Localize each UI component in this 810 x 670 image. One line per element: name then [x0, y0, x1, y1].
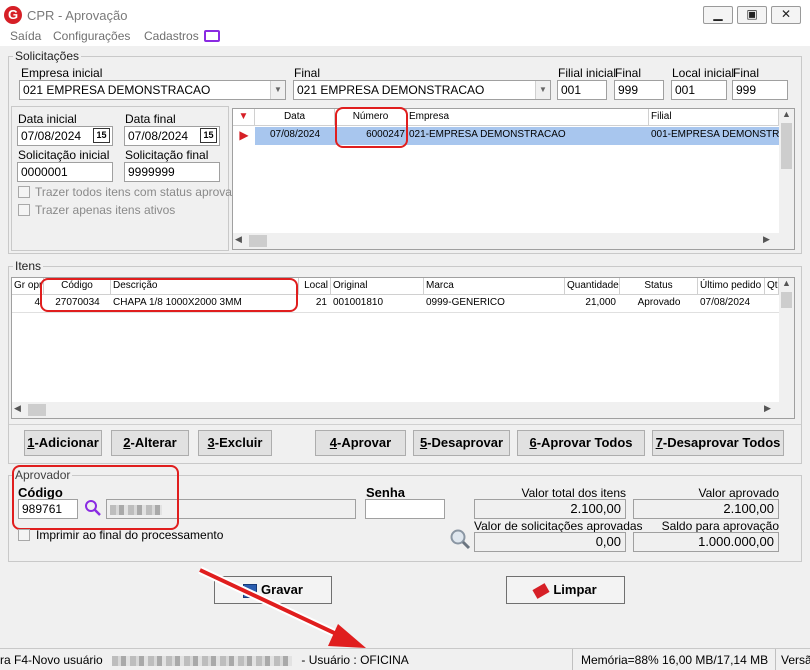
status-shortcut: ra F4-Novo usuário [0, 653, 103, 667]
status-memoria: Memória=88% 16,00 MB/17,14 MB [581, 653, 769, 667]
status-divider [775, 649, 776, 670]
redacted-info [112, 655, 293, 666]
annotation-arrow [198, 566, 366, 648]
status-versao: Versã [781, 653, 810, 667]
status-bar: ra F4-Novo usuário - Usuário : OFICINA M… [0, 648, 810, 670]
status-divider [572, 649, 573, 670]
status-main: ra F4-Novo usuário - Usuário : OFICINA [0, 653, 409, 667]
status-usuario: - Usuário : OFICINA [301, 653, 409, 667]
